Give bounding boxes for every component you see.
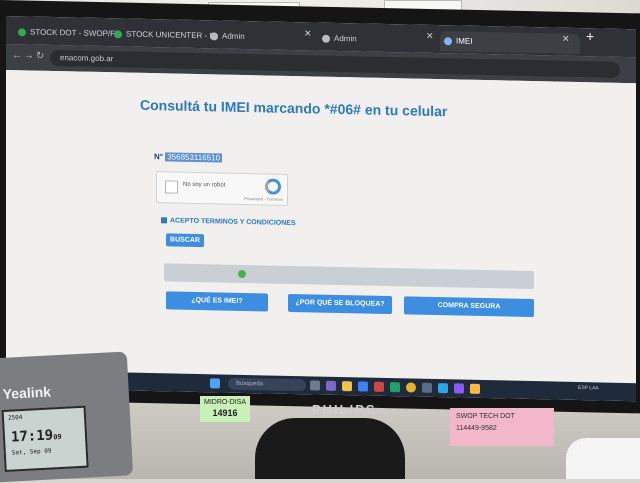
tab-label: Admin (222, 31, 245, 41)
phone-time-seconds: 09 (53, 432, 62, 442)
note-line: 14916 (212, 408, 238, 418)
close-icon[interactable]: ✕ (426, 31, 434, 42)
tab-label: IMEI (456, 36, 473, 46)
sticky-note-green: MIDRO-DISA 14916 (200, 396, 250, 422)
background-object (566, 438, 640, 479)
close-icon[interactable]: ✕ (304, 28, 312, 39)
why-blocked-button[interactable]: ¿POR QUÉ SE BLOQUEA? (288, 293, 392, 315)
tab-admin-2[interactable]: Admin (318, 29, 438, 52)
search-button[interactable]: BUSCAR (166, 233, 204, 248)
tab-admin-1[interactable]: Admin (206, 26, 318, 48)
site-icon (444, 37, 452, 46)
tab-label: STOCK UNICENTER - Hoja 1 (126, 29, 218, 41)
chrome-icon[interactable] (406, 382, 416, 393)
tray-language[interactable]: ESP LAA (578, 385, 600, 391)
forward-icon[interactable]: → (24, 50, 34, 61)
phone-brand-logo: Yealink (2, 383, 52, 402)
start-icon[interactable] (210, 378, 220, 389)
globe-icon (322, 34, 330, 43)
app-icon[interactable] (454, 383, 464, 394)
recaptcha-icon (265, 178, 281, 195)
taskbar-search[interactable]: Búsqueda (228, 377, 306, 392)
phone-date: Sat, Sep 09 (11, 447, 52, 457)
monitor-screen: STOCK DOT - SWOP/FINAL STOCK UNICENTER -… (6, 16, 636, 402)
phone-time: 17:1909 (10, 427, 62, 446)
monitor-stand (255, 418, 405, 479)
app-icon[interactable] (438, 383, 448, 394)
reload-icon[interactable]: ↻ (36, 51, 44, 62)
note-line: SWOP TECH DOT (456, 413, 515, 420)
tab-stock-dot[interactable]: STOCK DOT - SWOP/FINAL (14, 22, 120, 44)
app-icon[interactable] (326, 380, 336, 391)
new-tab-button[interactable]: + (586, 28, 594, 44)
close-icon[interactable]: ✕ (562, 34, 570, 45)
checkbox-checked-icon (161, 217, 167, 224)
what-is-imei-button[interactable]: ¿QUÉ ES IMEI? (166, 291, 268, 312)
phone-time-hm: 17:19 (10, 427, 54, 446)
sheets-icon (114, 30, 122, 39)
back-icon[interactable]: ← (12, 50, 22, 61)
tab-label: STOCK DOT - SWOP/FINAL (30, 27, 120, 39)
desk-phone: Yealink 2504 17:1909 Sat, Sep 09 (0, 351, 134, 483)
globe-icon (210, 32, 218, 41)
note-line: 114449-9582 (456, 425, 497, 432)
folder-icon[interactable] (342, 381, 352, 392)
recaptcha-footer: Privacidad - Términos (244, 195, 283, 202)
app-icon[interactable] (470, 383, 480, 394)
imei-value: 356853116510 (165, 152, 223, 163)
app-icon[interactable] (422, 382, 432, 393)
imei-input[interactable]: N° 356853116510 (154, 151, 224, 164)
app-icon[interactable] (374, 381, 384, 392)
tab-stock-unicenter[interactable]: STOCK UNICENTER - Hoja 1 (110, 24, 218, 46)
sticky-note-pink: SWOP TECH DOT 114449-9582 (450, 408, 554, 446)
note-line: MIDRO-DISA (204, 399, 246, 406)
tab-imei[interactable]: IMEI (440, 31, 580, 55)
app-icon[interactable] (390, 382, 400, 393)
phone-display: 2504 17:1909 Sat, Sep 09 (1, 405, 89, 472)
recaptcha-checkbox[interactable] (165, 180, 178, 194)
tab-label: Admin (334, 33, 357, 44)
monitor-brand-logo: PHILIPS (312, 402, 377, 417)
recaptcha-label: No soy un robot (183, 181, 226, 189)
page-content (6, 70, 636, 384)
imei-prefix: N° (154, 152, 163, 162)
recaptcha-widget: No soy un robot Privacidad - Términos (156, 171, 288, 206)
phone-extension: 2504 (7, 413, 23, 422)
sheets-icon (18, 28, 26, 37)
app-icon[interactable] (310, 380, 320, 391)
safe-purchase-button[interactable]: COMPRA SEGURA (404, 296, 534, 318)
check-circle-icon (238, 269, 246, 279)
app-icon[interactable] (358, 381, 368, 392)
